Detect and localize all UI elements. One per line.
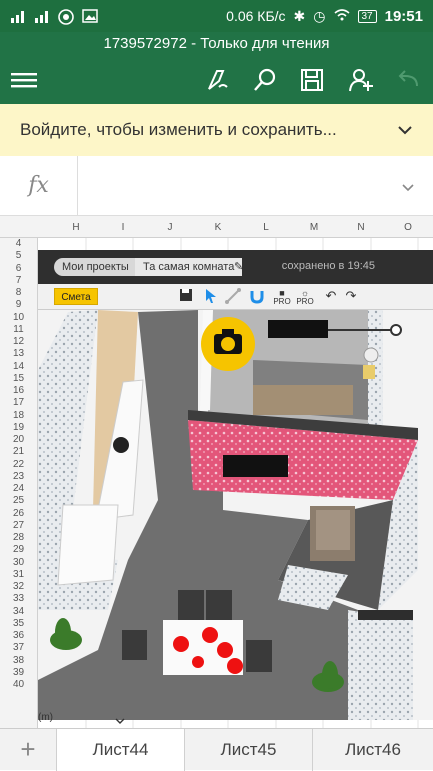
row-header[interactable]: 7 [0,275,37,287]
row-header[interactable]: 11 [0,324,37,336]
pro-label: PRO [273,297,291,306]
planner-toolbar: Смета ■ PRO ☼ PRO ↶ ↷ [38,284,433,310]
sheet-tab-list45[interactable]: Лист45 [184,729,312,771]
row-header[interactable]: 5 [0,250,37,262]
row-header[interactable]: 8 [0,287,37,299]
row-header[interactable]: 21 [0,446,37,458]
row-header[interactable]: 10 [0,312,37,324]
planner-header: Мои проекты Та самая комната ✎ сохранено… [38,250,433,284]
alarm-icon: ◷ [313,7,326,24]
undo-icon: ↶ [325,288,337,303]
row-header[interactable]: 23 [0,471,37,483]
sim-2-icon [34,9,50,23]
row-header[interactable]: 27 [0,520,37,532]
column-header[interactable]: K [208,222,228,233]
row-headers: 4 5 6 7 8 9 10 11 12 13 14 15 16 17 18 19 20 21 22 23 24 25 26… [0,238,38,728]
app-toolbar [0,56,433,104]
row-header[interactable]: 33 [0,593,37,605]
clock: 19:51 [384,7,423,25]
row-header[interactable]: 6 [0,263,37,275]
row-header[interactable]: 29 [0,544,37,556]
column-header[interactable]: L [256,222,276,233]
row-header[interactable]: 38 [0,655,37,667]
row-header[interactable]: 36 [0,630,37,642]
video-pro-icon: ■ PRO [271,288,293,306]
floor-plan-3d-view [38,310,433,720]
undo-icon[interactable] [395,66,423,94]
save-icon [177,288,195,306]
search-icon[interactable] [251,66,279,94]
document-title: 1739572972 - Только для чтения [0,32,433,56]
estimate-button: Смета [54,288,98,305]
row-header[interactable]: 31 [0,569,37,581]
column-header[interactable]: H [66,222,86,233]
fx-label[interactable]: fx [0,156,78,216]
embedded-planner-image[interactable]: Мои проекты Та самая комната ✎ сохранено… [38,250,433,720]
row-header[interactable]: 40 [0,679,37,691]
column-header[interactable]: M [304,222,324,233]
light-pro-icon: ☼ PRO [294,288,316,306]
image-icon [82,9,98,23]
save-icon[interactable] [298,66,326,94]
row-header[interactable]: 25 [0,495,37,507]
menu-icon[interactable] [10,66,38,94]
bluetooth-icon: ✱ [293,7,306,24]
expand-formula-chevron-icon[interactable] [401,180,415,198]
row-header[interactable]: 37 [0,642,37,654]
wall-tool-icon [224,288,242,306]
magnet-icon [248,288,266,306]
pencil-icon: ✎ [234,261,244,273]
whatsapp-icon [58,9,74,25]
row-header[interactable]: 14 [0,361,37,373]
row-header[interactable]: 17 [0,397,37,409]
row-header[interactable]: 13 [0,348,37,360]
battery-indicator: 37 [357,9,377,23]
column-header[interactable]: J [160,222,180,233]
redo-icon: ↷ [345,288,357,303]
row-header[interactable]: 22 [0,459,37,471]
row-header[interactable]: 34 [0,606,37,618]
saved-status: сохранено в 19:45 [281,260,375,272]
row-header[interactable]: 4 [0,238,37,250]
column-header[interactable]: O [398,222,418,233]
row-header[interactable]: 9 [0,299,37,311]
sheet-tab-list46[interactable]: Лист46 [312,729,433,771]
column-headers: H I J K L M N O [0,216,433,238]
add-sheet-button[interactable]: + [0,729,56,771]
row-header[interactable]: 32 [0,581,37,593]
row-header[interactable]: 28 [0,532,37,544]
row-header[interactable]: 15 [0,373,37,385]
row-header[interactable]: 39 [0,667,37,679]
signin-banner[interactable]: Войдите, чтобы изменить и сохранить... [0,104,433,156]
breadcrumb-project: Та самая комната [135,258,243,276]
formula-bar: fx [0,156,433,216]
unit-label: (m) [38,712,53,723]
row-header[interactable]: 35 [0,618,37,630]
row-header[interactable]: 16 [0,385,37,397]
signin-banner-text: Войдите, чтобы изменить и сохранить... [20,120,337,139]
column-header[interactable]: I [113,222,133,233]
row-header[interactable]: 19 [0,422,37,434]
wifi-icon [333,8,350,24]
pro-label: PRO [296,297,314,306]
sim-1-icon [10,9,26,23]
row-header[interactable]: 24 [0,483,37,495]
cursor-icon [202,288,220,306]
row-header[interactable]: 20 [0,434,37,446]
row-header[interactable]: 18 [0,410,37,422]
share-user-icon[interactable] [347,66,375,94]
sheet-tab-bar: + Лист44 Лист45 Лист46 [0,728,433,771]
column-header[interactable]: N [351,222,371,233]
draw-icon[interactable] [204,66,232,94]
status-bar: 0.06 КБ/с ✱ ◷ 37 19:51 [0,0,433,32]
breadcrumb-my-projects: Мои проекты [54,258,137,276]
chevron-down-icon[interactable] [397,120,413,140]
sheet-tab-list44[interactable]: Лист44 [56,729,184,771]
row-header[interactable]: 26 [0,508,37,520]
row-header[interactable]: 30 [0,557,37,569]
row-header[interactable]: 12 [0,336,37,348]
network-speed: 0.06 КБ/с [226,8,286,24]
